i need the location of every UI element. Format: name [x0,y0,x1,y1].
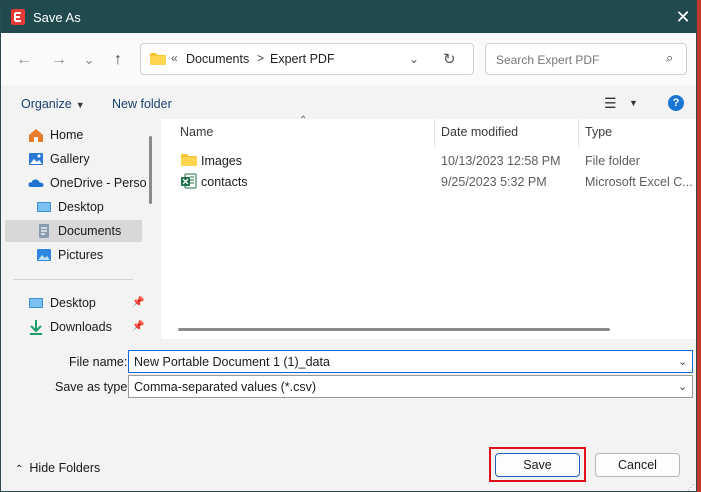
address-dropdown-icon[interactable]: ⌄ [409,52,419,66]
home-icon [29,129,43,142]
file-name-label: File name: [69,355,128,369]
file-date: 9/25/2023 5:32 PM [441,175,547,189]
chevron-down-icon[interactable]: ⌄ [678,380,687,393]
file-name-field[interactable]: New Portable Document 1 (1)_data ⌄ [128,350,693,373]
address-bar[interactable]: « Documents > Expert PDF ⌄ ↻ [140,43,474,75]
organize-button[interactable]: Organize ▼ [21,97,85,111]
sidebar-item-label: Pictures [58,248,104,262]
pin-icon[interactable]: 📌 [132,321,144,332]
back-arrow-icon[interactable]: ← [13,51,35,69]
caret-down-icon[interactable]: ▼ [629,98,638,108]
column-header-date-modified[interactable]: Date modified [441,125,518,139]
recent-locations-chevron-icon[interactable]: ⌄ [78,51,100,69]
sidebar-item-documents[interactable]: Documents [5,220,142,242]
downloads-icon [30,320,42,335]
pictures-icon [37,249,51,261]
sort-ascending-icon: ⌃ [299,115,308,126]
save-as-type-select[interactable]: Comma-separated values (*.csv) ⌄ [128,375,693,398]
file-row-contacts[interactable]: contacts 9/25/2023 5:32 PM Microsoft Exc… [177,171,696,192]
sidebar-item-label: Downloads [50,320,112,334]
up-arrow-icon[interactable]: ↑ [107,51,129,69]
expert-pdf-app-icon [11,9,25,25]
gallery-icon [29,153,43,165]
breadcrumb-separator-icon[interactable]: > [257,51,264,65]
save-as-type-label: Save as type: [55,380,131,394]
file-name: Images [201,154,242,168]
desktop-icon [37,202,51,212]
sidebar-item-label: Documents [58,224,122,238]
hide-folders-button[interactable]: ⌃ Hide Folders [15,461,100,475]
column-divider[interactable] [434,119,435,147]
sidebar-item-quick-desktop[interactable]: Desktop 📌 [5,292,144,314]
file-name-input[interactable]: New Portable Document 1 (1)_data [134,355,330,369]
background-app-edge [697,0,701,492]
breadcrumb-expert-pdf[interactable]: Expert PDF [270,52,335,66]
sidebar-item-home[interactable]: Home [5,124,142,146]
help-icon[interactable]: ? [668,95,684,111]
sidebar-item-label: OneDrive - Perso [50,176,147,190]
column-header-name[interactable]: Name [180,125,213,139]
file-name: contacts [201,175,248,189]
window-title: Save As [33,10,81,25]
breadcrumb-documents[interactable]: Documents [186,52,249,66]
file-type: File folder [585,154,640,168]
pin-icon[interactable]: 📌 [132,297,144,308]
file-list-horizontal-scrollbar[interactable] [178,328,610,331]
chevron-up-icon: ⌃ [15,464,24,475]
search-box[interactable]: ⌕ [485,43,687,75]
documents-icon [39,224,49,238]
onedrive-icon [28,179,44,187]
sidebar-item-desktop[interactable]: Desktop [5,196,142,218]
title-bar: Save As ✕ [1,1,696,33]
file-row-images[interactable]: Images 10/13/2023 12:58 PM File folder [177,150,696,171]
column-divider[interactable] [578,119,579,147]
resize-grip-icon[interactable]: ⋰ [687,483,695,492]
refresh-icon[interactable]: ↻ [443,50,456,68]
organize-label: Organize [21,97,72,111]
file-type: Microsoft Excel C... [585,175,693,189]
new-folder-button[interactable]: New folder [112,97,172,111]
search-icon[interactable]: ⌕ [666,50,673,66]
forward-arrow-icon[interactable]: → [48,51,70,69]
view-options-icon[interactable]: ☰ [604,95,617,112]
sidebar-item-gallery[interactable]: Gallery [5,148,142,170]
command-bar [1,85,696,119]
column-header-type[interactable]: Type [585,125,612,139]
breadcrumb-overflow-icon[interactable]: « [171,51,178,65]
search-input[interactable] [494,51,663,69]
save-as-type-value: Comma-separated values (*.csv) [134,380,317,394]
sidebar-item-downloads[interactable]: Downloads 📌 [5,316,144,338]
sidebar-item-onedrive[interactable]: OneDrive - Perso [5,172,147,194]
folder-icon [150,53,166,65]
hide-folders-label: Hide Folders [29,461,101,475]
caret-down-icon: ▼ [75,100,85,110]
excel-icon [181,173,197,189]
save-button[interactable]: Save [495,453,580,477]
folder-icon [181,154,197,166]
sidebar-scrollbar[interactable] [149,136,152,204]
sidebar-item-label: Desktop [58,200,104,214]
chevron-down-icon[interactable]: ⌄ [678,355,687,368]
cancel-button[interactable]: Cancel [595,453,680,477]
desktop-icon [29,298,43,308]
sidebar-divider [13,279,133,280]
sidebar-item-pictures[interactable]: Pictures [5,244,142,266]
save-as-dialog: Save As ✕ ← → ⌄ ↑ « Documents > Expert P… [0,0,697,492]
file-date: 10/13/2023 12:58 PM [441,154,561,168]
close-icon[interactable]: ✕ [673,7,693,27]
sidebar-item-label: Desktop [50,296,96,310]
sidebar-item-label: Gallery [50,152,90,166]
sidebar-item-label: Home [50,128,84,142]
